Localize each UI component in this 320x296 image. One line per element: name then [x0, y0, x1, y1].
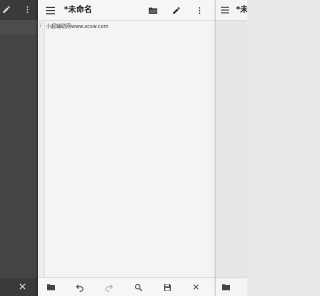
- folder-icon[interactable]: [43, 278, 59, 296]
- next-page-title: *未: [236, 5, 247, 14]
- previous-page-toolbar: [0, 0, 38, 20]
- text-editor-area[interactable]: 1 小超辅助网www.xcsw.com: [38, 21, 216, 278]
- next-page-toolbar: *未: [216, 0, 247, 21]
- editor-text-line[interactable]: 小超辅助网www.xcsw.com: [46, 23, 109, 30]
- close-icon[interactable]: [188, 278, 204, 296]
- screen: *未命名 1 小超辅助网www.xcsw.com *未: [0, 0, 247, 296]
- previous-page-tab-strip: [0, 20, 38, 34]
- close-icon[interactable]: [18, 282, 27, 291]
- search-icon[interactable]: [130, 278, 146, 296]
- line-number-gutter: 1: [38, 21, 45, 278]
- undo-icon[interactable]: [72, 278, 88, 296]
- edit-icon[interactable]: [168, 0, 184, 20]
- more-vert-icon[interactable]: [191, 0, 207, 20]
- save-icon[interactable]: [159, 278, 175, 296]
- top-toolbar: *未命名: [38, 0, 216, 21]
- next-page-panel[interactable]: *未: [216, 0, 247, 296]
- redo-icon[interactable]: [101, 278, 117, 296]
- document-title: *未命名: [64, 5, 93, 14]
- previous-page-panel[interactable]: [0, 0, 38, 296]
- folder-open-icon[interactable]: [145, 0, 161, 20]
- menu-icon[interactable]: [218, 0, 232, 20]
- folder-icon[interactable]: [218, 278, 234, 296]
- next-page-bottom-bar: [216, 277, 247, 296]
- line-number: 1: [39, 23, 42, 28]
- more-vert-icon[interactable]: [23, 5, 32, 14]
- editor-page: *未命名 1 小超辅助网www.xcsw.com: [38, 0, 216, 296]
- edit-icon[interactable]: [2, 5, 11, 14]
- menu-icon[interactable]: [42, 0, 58, 20]
- bottom-toolbar: [38, 277, 216, 296]
- previous-page-bottom-bar: [0, 278, 38, 296]
